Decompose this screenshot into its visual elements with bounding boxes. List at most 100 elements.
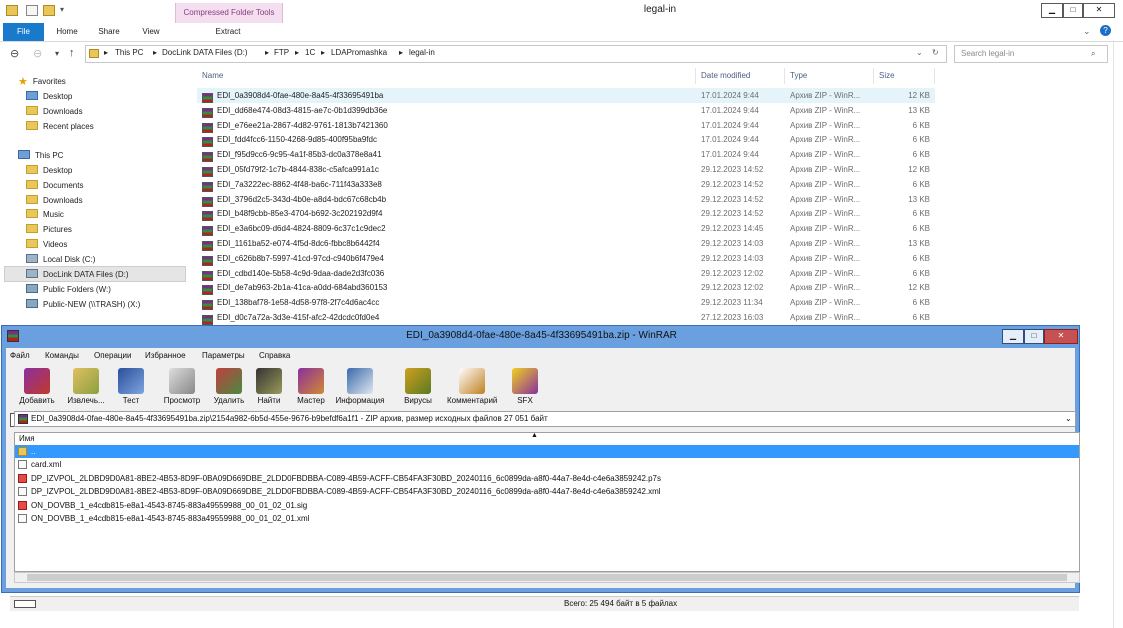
menu-help[interactable]: Справка xyxy=(259,351,290,360)
tool-wizard[interactable]: Мастер xyxy=(286,368,336,410)
minimize-button[interactable]: ▁ xyxy=(1041,3,1063,18)
tab-home[interactable]: Home xyxy=(50,23,84,41)
tool-virus[interactable]: Вирусы xyxy=(393,368,443,410)
file-row[interactable]: EDI_c626b8b7-5997-41cd-97cd-c940b6f479e4… xyxy=(197,251,935,266)
tool-comment[interactable]: Комментарий xyxy=(447,368,497,410)
breadcrumb-sep-icon: ▸ xyxy=(295,48,300,57)
menu-commands[interactable]: Команды xyxy=(45,351,79,360)
menu-options[interactable]: Параметры xyxy=(202,351,245,360)
search-input[interactable]: Search legal-in ⌕ xyxy=(954,45,1108,63)
winrar-minimize-button[interactable]: ▁ xyxy=(1002,329,1024,344)
recent-locations-icon[interactable]: ▾ xyxy=(55,49,59,58)
column-date[interactable]: Date modified xyxy=(696,68,785,84)
file-row[interactable]: EDI_cdbd140e-5b58-4c9d-9daa-dade2d3fc036… xyxy=(197,266,935,281)
file-row[interactable]: EDI_e3a6bc09-d6d4-4824-8809-6c37c1c9dec2… xyxy=(197,221,935,237)
tool-view[interactable]: Просмотр xyxy=(157,368,207,410)
breadcrumb-this-pc[interactable]: This PC xyxy=(115,48,143,57)
file-row[interactable]: EDI_d0c7a72a-3d3e-415f-afc2-42dcdc0fd0e4… xyxy=(197,310,935,325)
new-folder-icon[interactable] xyxy=(43,5,55,16)
horizontal-scrollbar[interactable] xyxy=(14,572,1080,583)
help-icon[interactable]: ? xyxy=(1100,25,1111,36)
list-item[interactable]: DP_IZVPOL_2LDBD9D0A81-8BE2-4B53-8D9F-0BA… xyxy=(15,472,1079,485)
menu-favorites[interactable]: Избранное xyxy=(145,351,186,360)
file-row[interactable]: EDI_e76ee21a-2867-4d82-9761-1813b7421360… xyxy=(197,118,935,133)
path-dropdown-icon[interactable]: ⌄ xyxy=(1065,414,1072,423)
list-item[interactable]: card.xml xyxy=(15,458,1079,471)
nav-pc-music[interactable]: Music xyxy=(26,209,64,223)
breadcrumb-legal-in[interactable]: legal-in xyxy=(409,48,435,57)
file-name: EDI_b48f9cbb-85e3-4704-b692-3c202192d9f4 xyxy=(217,209,383,219)
file-date: 29.12.2023 14:52 xyxy=(701,179,764,189)
menu-file[interactable]: Файл xyxy=(10,351,30,360)
list-item[interactable]: DP_IZVPOL_2LDBD9D0A81-8BE2-4B53-8D9F-0BA… xyxy=(15,485,1079,498)
nav-fav-downloads[interactable]: Downloads xyxy=(26,106,83,120)
archive-path-bar[interactable]: EDI_0a3908d4-0fae-480e-8a45-4f33695491ba… xyxy=(14,411,1076,427)
tool-extract[interactable]: Извлечь... xyxy=(61,368,111,410)
list-item[interactable]: ON_DOVBB_1_e4cdb815-e8a1-4543-8745-883a4… xyxy=(15,499,1079,512)
nav-public-new-x[interactable]: Public-NEW (\\TRASH) (X:) xyxy=(26,299,140,313)
customize-qa-icon[interactable]: ▾ xyxy=(60,5,64,14)
tool-test[interactable]: Тест xyxy=(106,368,156,410)
file-row[interactable]: EDI_0a3908d4-0fae-480e-8a45-4f33695491ba… xyxy=(197,88,935,103)
address-dropdown-icon[interactable]: ⌄ xyxy=(916,48,923,57)
nav-pc-documents[interactable]: Documents xyxy=(26,180,83,194)
tool-add[interactable]: Добавить xyxy=(12,368,62,410)
expand-ribbon-icon[interactable]: ⌄ xyxy=(1083,26,1091,37)
file-row[interactable]: EDI_dd68e474-08d3-4815-ae7c-0b1d399db36e… xyxy=(197,103,935,118)
vertical-scrollbar[interactable] xyxy=(1113,42,1123,628)
column-type[interactable]: Type xyxy=(785,68,874,84)
refresh-icon[interactable]: ↻ xyxy=(932,48,939,57)
file-type: Архив ZIP - WinR... xyxy=(790,253,861,263)
tool-info[interactable]: Информация xyxy=(335,368,385,410)
menu-operations[interactable]: Операции xyxy=(94,351,131,360)
tab-file[interactable]: File xyxy=(3,23,44,41)
file-row[interactable]: EDI_138baf78-1e58-4d58-97f8-2f7c4d6ac4cc… xyxy=(197,295,935,311)
up-icon[interactable]: ↑ xyxy=(69,47,75,59)
status-text: Всего: 25 494 байт в 5 файлах xyxy=(564,599,678,608)
tool-sfx[interactable]: SFX xyxy=(500,368,550,410)
winrar-maximize-button[interactable]: □ xyxy=(1024,329,1044,344)
breadcrumb-ftp[interactable]: FTP xyxy=(274,48,289,57)
file-row[interactable]: EDI_3796d2c5-343d-4b0e-a8d4-bdc67c68cb4b… xyxy=(197,192,935,207)
file-date: 29.12.2023 14:52 xyxy=(701,209,764,219)
tab-share[interactable]: Share xyxy=(92,23,126,41)
nav-favorites[interactable]: ★ Favorites xyxy=(18,75,66,89)
file-row[interactable]: EDI_f95d9cc6-9c95-4a1f-85b3-dc0a378e8a41… xyxy=(197,147,935,163)
scroll-thumb[interactable] xyxy=(27,574,1067,581)
column-name[interactable]: Name xyxy=(197,68,696,84)
nav-pc-videos[interactable]: Videos xyxy=(26,239,67,253)
nav-pc-desktop[interactable]: Desktop xyxy=(26,165,72,179)
maximize-button[interactable]: □ xyxy=(1063,3,1083,18)
back-icon[interactable]: ⊖ xyxy=(10,47,19,60)
nav-public-folders-w[interactable]: Public Folders (W:) xyxy=(26,284,111,298)
breadcrumb-1c[interactable]: 1C xyxy=(305,48,315,57)
file-size: 6 KB xyxy=(912,179,930,189)
nav-fav-recent[interactable]: Recent places xyxy=(26,121,94,135)
list-item-up[interactable]: .. xyxy=(15,445,1079,458)
tab-view[interactable]: View xyxy=(134,23,168,41)
nav-pc-pictures[interactable]: Pictures xyxy=(26,224,72,238)
file-row[interactable]: EDI_b48f9cbb-85e3-4704-b692-3c202192d9f4… xyxy=(197,206,935,222)
winrar-close-button[interactable]: ✕ xyxy=(1044,329,1078,344)
file-row[interactable]: EDI_1161ba52-e074-4f5d-8dc6-fbbc8b6442f4… xyxy=(197,236,935,251)
window-title: legal-in xyxy=(643,4,677,15)
nav-doclink-d[interactable]: DocLink DATA Files (D:) xyxy=(4,266,186,282)
file-row[interactable]: EDI_fdd4fcc6-1150-4268-9d85-400f95ba9fdc… xyxy=(197,132,935,148)
list-item[interactable]: ON_DOVBB_1_e4cdb815-e8a1-4543-8745-883a4… xyxy=(15,512,1079,525)
search-icon: ⌕ xyxy=(1091,49,1096,58)
nav-pc-downloads[interactable]: Downloads xyxy=(26,195,83,209)
file-row[interactable]: EDI_de7ab963-2b1a-41ca-a0dd-684abd360153… xyxy=(197,280,935,296)
properties-icon[interactable] xyxy=(26,5,38,16)
drive-icon xyxy=(26,269,38,278)
breadcrumb-drive-d[interactable]: DocLink DATA Files (D:) xyxy=(162,48,248,57)
close-button[interactable]: ✕ xyxy=(1083,3,1115,18)
tab-extract[interactable]: Extract xyxy=(208,23,248,41)
nav-this-pc[interactable]: This PC xyxy=(18,150,63,164)
breadcrumb-ldapromashka[interactable]: LDAPromashka xyxy=(331,48,387,57)
address-bar[interactable]: ▸ This PC ▸ DocLink DATA Files (D:) ▸ FT… xyxy=(85,45,947,63)
file-row[interactable]: EDI_05fd79f2-1c7b-4844-838c-c5afca991a1c… xyxy=(197,162,935,177)
forward-icon[interactable]: ⊖ xyxy=(33,47,42,60)
nav-fav-desktop[interactable]: Desktop xyxy=(26,91,72,105)
file-row[interactable]: EDI_7a3222ec-8862-4f48-ba6c-711f43a333e8… xyxy=(197,177,935,192)
column-size[interactable]: Size xyxy=(874,68,935,84)
